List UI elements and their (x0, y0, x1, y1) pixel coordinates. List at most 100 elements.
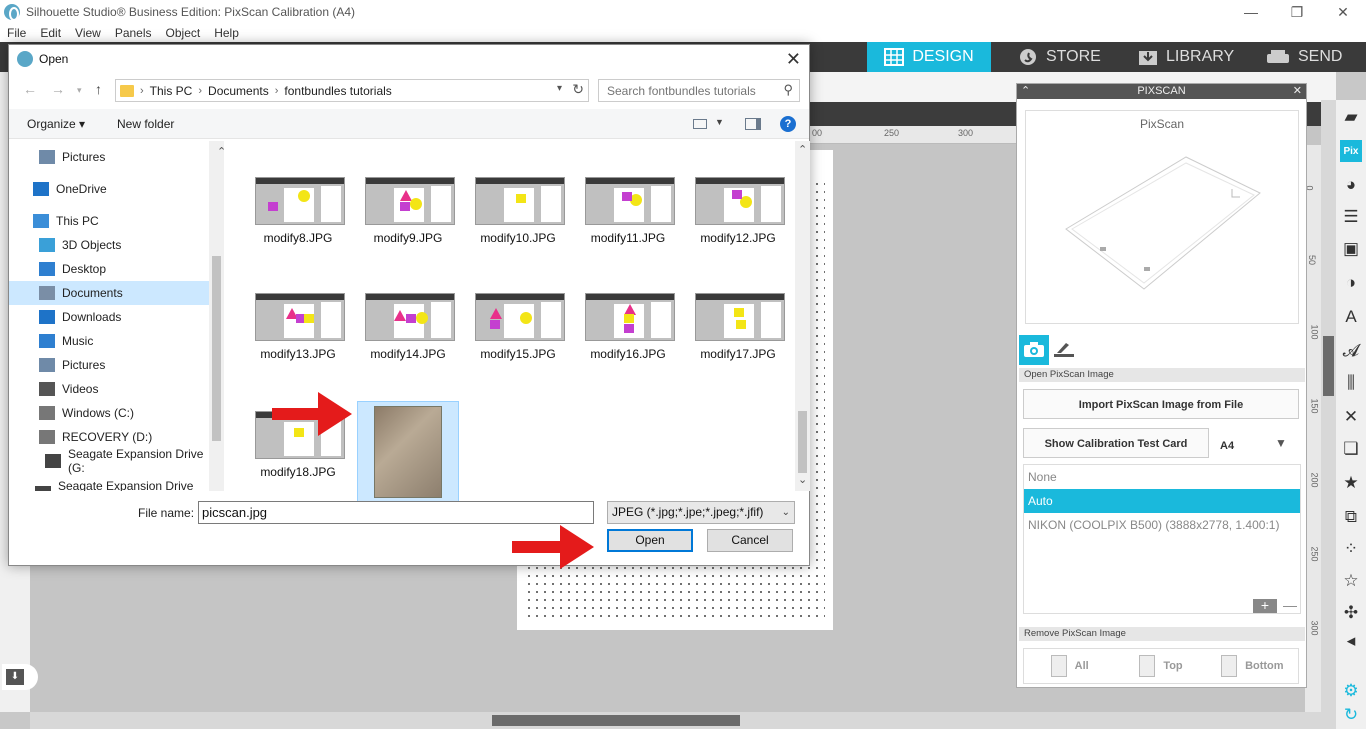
open-button[interactable]: Open (607, 529, 693, 552)
file-type-select[interactable]: JPEG (*.jpg;*.jpe;*.jpeg;*.jfif) ⌄ (607, 501, 795, 524)
file-item[interactable]: modify13.JPG (247, 283, 349, 395)
chevron-up-icon[interactable]: ⌃ (798, 143, 807, 156)
list-item[interactable]: None (1024, 465, 1300, 489)
forward-arrow-icon[interactable]: → (51, 81, 65, 97)
breadcrumb[interactable]: › This PC › Documents › fontbundles tuto… (115, 79, 589, 102)
back-arrow-icon[interactable]: ← (23, 81, 37, 97)
paper-size-select[interactable]: A4 (1220, 440, 1234, 452)
transform-icon[interactable]: ✕ (1340, 406, 1362, 428)
file-item[interactable]: modify17.JPG (687, 283, 789, 395)
sidebar-item[interactable]: Documents (9, 281, 209, 305)
sidebar-item[interactable]: Videos (9, 377, 209, 401)
sidebar-item[interactable]: 3D Objects (9, 233, 209, 257)
file-item[interactable]: modify8.JPG (247, 167, 349, 279)
cancel-button[interactable]: Cancel (707, 529, 793, 552)
menu-edit[interactable]: Edit (33, 26, 68, 40)
chevron-down-icon[interactable]: ⌄ (798, 473, 807, 486)
import-pixscan-button[interactable]: Import PixScan Image from File (1023, 389, 1299, 419)
page-setup-icon[interactable]: ▰ (1340, 106, 1362, 128)
line-style-icon[interactable]: ☰ (1340, 206, 1362, 228)
chevron-down-icon[interactable]: ▼ (715, 117, 724, 127)
sidebar-item[interactable]: Seagate Expansion Drive (G: (9, 447, 209, 475)
text-style-icon[interactable]: A (1340, 306, 1362, 328)
sidebar-item[interactable]: RECOVERY (D:) (9, 425, 209, 449)
close-panel-icon[interactable]: ✕ (1293, 84, 1302, 99)
file-name-input[interactable] (198, 501, 594, 524)
file-item[interactable]: modify14.JPG (357, 283, 459, 395)
file-item[interactable]: modify12.JPG (687, 167, 789, 279)
recent-dropdown-icon[interactable]: ▾ (77, 85, 82, 96)
file-item[interactable]: modify11.JPG (577, 167, 679, 279)
minimize-button[interactable]: — (1228, 0, 1274, 24)
search-input[interactable] (607, 83, 777, 98)
sidebar-item[interactable]: Music (9, 329, 209, 353)
remove-top-button[interactable]: Top (1115, 655, 1206, 677)
sidebar-item[interactable]: Seagate Expansion Drive (G:) (9, 479, 209, 491)
organize-button[interactable]: Organize ▾ (27, 117, 85, 131)
show-calibration-card-button[interactable]: Show Calibration Test Card (1023, 428, 1209, 458)
scroll-thumb[interactable] (212, 256, 221, 441)
file-item[interactable]: modify10.JPG (467, 167, 569, 279)
canvas-vertical-scrollbar[interactable] (1321, 100, 1336, 712)
add-camera-button[interactable]: + (1253, 598, 1277, 613)
chevron-up-icon[interactable]: ⌃ (217, 145, 226, 158)
scroll-thumb[interactable] (798, 411, 807, 473)
sidebar-item[interactable]: Desktop (9, 257, 209, 281)
replicate-icon[interactable]: ❏ (1340, 438, 1362, 460)
nav-scrollbar[interactable] (209, 141, 224, 491)
breadcrumb-documents[interactable]: Documents (208, 84, 269, 98)
tab-send[interactable]: SEND (1266, 42, 1342, 72)
offset-icon[interactable]: ⧉ (1340, 506, 1362, 528)
dropdown-arrow-icon[interactable]: ▼ (1275, 436, 1287, 450)
fill-color-icon[interactable]: ◕ (1340, 174, 1362, 196)
help-icon[interactable]: ? (780, 116, 796, 132)
star-outline-icon[interactable]: ☆ (1340, 570, 1362, 592)
align-icon[interactable]: ⫼ (1340, 372, 1362, 394)
view-options-icon[interactable] (693, 119, 707, 129)
tab-design[interactable]: DESIGN (867, 42, 991, 72)
import-button[interactable]: ⬇ (2, 664, 38, 690)
file-item[interactable]: modify15.JPG (467, 283, 569, 395)
sync-icon[interactable]: ↻ (1340, 704, 1362, 726)
pixscan-icon[interactable]: Pix (1340, 140, 1362, 162)
breadcrumb-fontbundles[interactable]: fontbundles tutorials (284, 84, 391, 98)
breadcrumb-this-pc[interactable]: This PC (150, 84, 193, 98)
file-item[interactable]: modify16.JPG (577, 283, 679, 395)
scroll-thumb[interactable] (492, 715, 740, 726)
scroll-thumb[interactable] (1323, 336, 1334, 396)
tab-store[interactable]: STORE (1018, 42, 1101, 72)
collapse-chevron-icon[interactable]: ⌃ (1021, 84, 1030, 99)
menu-object[interactable]: Object (159, 26, 208, 40)
close-app-button[interactable]: ✕ (1320, 0, 1366, 24)
rhinestone-icon[interactable]: ⁘ (1340, 538, 1362, 560)
remove-bottom-button[interactable]: Bottom (1207, 655, 1298, 677)
sidebar-item[interactable]: OneDrive (9, 177, 209, 201)
preview-pane-icon[interactable] (745, 118, 761, 130)
new-folder-button[interactable]: New folder (117, 117, 174, 131)
favorites-icon[interactable]: ★ (1340, 472, 1362, 494)
camera-icon[interactable] (1019, 335, 1049, 365)
remove-all-button[interactable]: All (1024, 655, 1115, 677)
file-item[interactable]: picscan.jpg (357, 401, 459, 514)
chevron-down-icon[interactable]: ▾ (557, 83, 562, 94)
sketch-icon[interactable]: 𝓐 (1340, 340, 1362, 362)
refresh-icon[interactable]: ↻ (572, 81, 584, 98)
canvas-horizontal-scrollbar[interactable] (30, 712, 1336, 729)
scanner-icon[interactable] (1049, 335, 1079, 365)
collapse-icon[interactable]: ◂ (1340, 630, 1362, 652)
contrast-icon[interactable]: ◑ (1340, 272, 1362, 294)
remove-camera-button[interactable]: — (1283, 597, 1297, 613)
up-arrow-icon[interactable]: ↑ (95, 81, 102, 97)
files-scrollbar[interactable] (795, 141, 810, 491)
restore-button[interactable]: ❐ (1274, 0, 1320, 24)
close-icon[interactable]: ✕ (786, 49, 801, 70)
sidebar-item[interactable]: Pictures (9, 353, 209, 377)
menu-view[interactable]: View (68, 26, 108, 40)
file-item[interactable]: modify9.JPG (357, 167, 459, 279)
search-icon[interactable]: ⚲ (783, 82, 793, 98)
menu-file[interactable]: File (0, 26, 33, 40)
tab-library[interactable]: LIBRARY (1138, 42, 1234, 72)
menu-panels[interactable]: Panels (108, 26, 159, 40)
sidebar-item[interactable]: Windows (C:) (9, 401, 209, 425)
list-item[interactable]: NIKON (COOLPIX B500) (3888x2778, 1.400:1… (1024, 513, 1300, 537)
